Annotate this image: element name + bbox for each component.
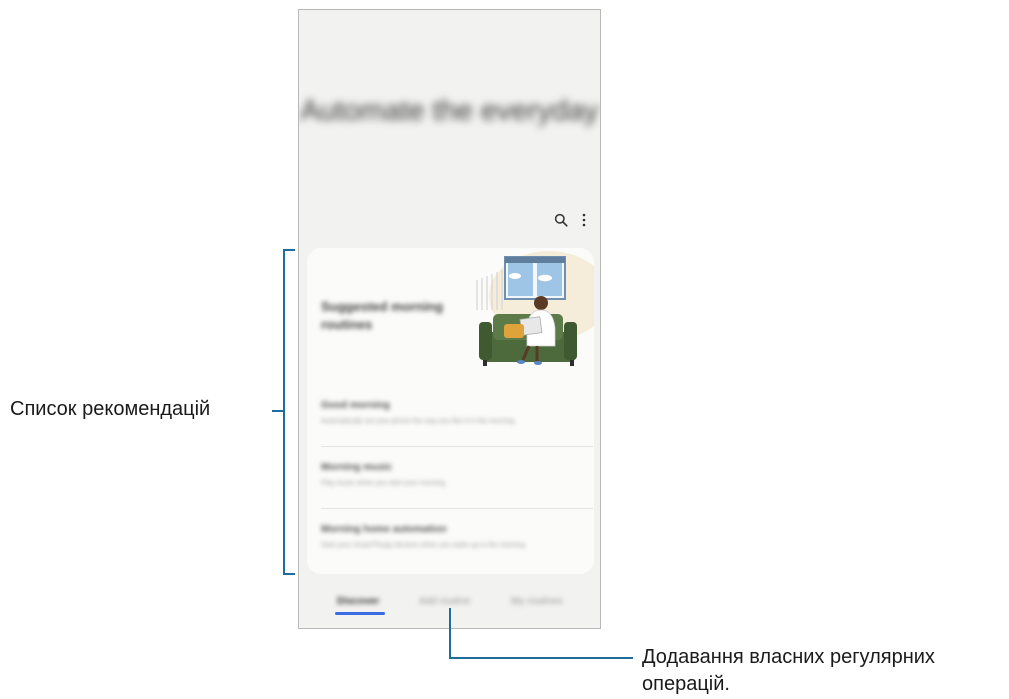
search-icon[interactable] (554, 213, 568, 232)
add-routine-leader-vertical (449, 608, 451, 659)
divider (321, 446, 593, 447)
suggested-routines-title[interactable]: Suggested morning routines (321, 298, 471, 334)
list-item-subtitle: Start your SmartThings devices when you … (321, 542, 525, 549)
list-item[interactable]: Good morning Automatically set your phon… (321, 400, 583, 425)
phone-screen: Automate the everyday Suggested morning … (298, 9, 601, 629)
list-item-subtitle: Automatically set your phone the way you… (321, 418, 515, 425)
list-item[interactable]: Morning music Play music when you start … (321, 462, 583, 487)
tab-add-routine[interactable]: Add routine (419, 596, 470, 607)
add-routines-callout-line2: операцій. (642, 673, 730, 695)
list-item[interactable]: Morning home automation Start your Smart… (321, 524, 583, 549)
add-routines-callout-line1: Додавання власних регулярних (642, 646, 935, 668)
list-item-subtitle: Play music when you start your morning (321, 480, 446, 487)
list-item-title: Morning music (321, 462, 393, 473)
tab-discover[interactable]: Discover (337, 596, 379, 607)
bracket-cap-bottom (283, 573, 295, 575)
list-item-title: Morning home automation (321, 524, 447, 535)
add-routine-leader-horizontal (449, 657, 633, 659)
hero-title: Automate the everyday (300, 95, 599, 127)
sofa-illustration (476, 251, 594, 366)
recommendations-card: Suggested morning routines Good morning … (307, 248, 594, 574)
bracket-cap-top (283, 249, 295, 251)
more-vertical-icon[interactable] (582, 213, 586, 232)
recommendations-leader (272, 410, 283, 412)
recommendations-callout: Список рекомендацій (10, 398, 211, 420)
active-tab-indicator (335, 612, 385, 615)
list-item-title: Good morning (321, 400, 390, 411)
recommendations-bracket (283, 249, 285, 575)
divider (321, 508, 593, 509)
top-actions (554, 213, 586, 232)
tab-my-routines[interactable]: My routines (511, 596, 563, 607)
